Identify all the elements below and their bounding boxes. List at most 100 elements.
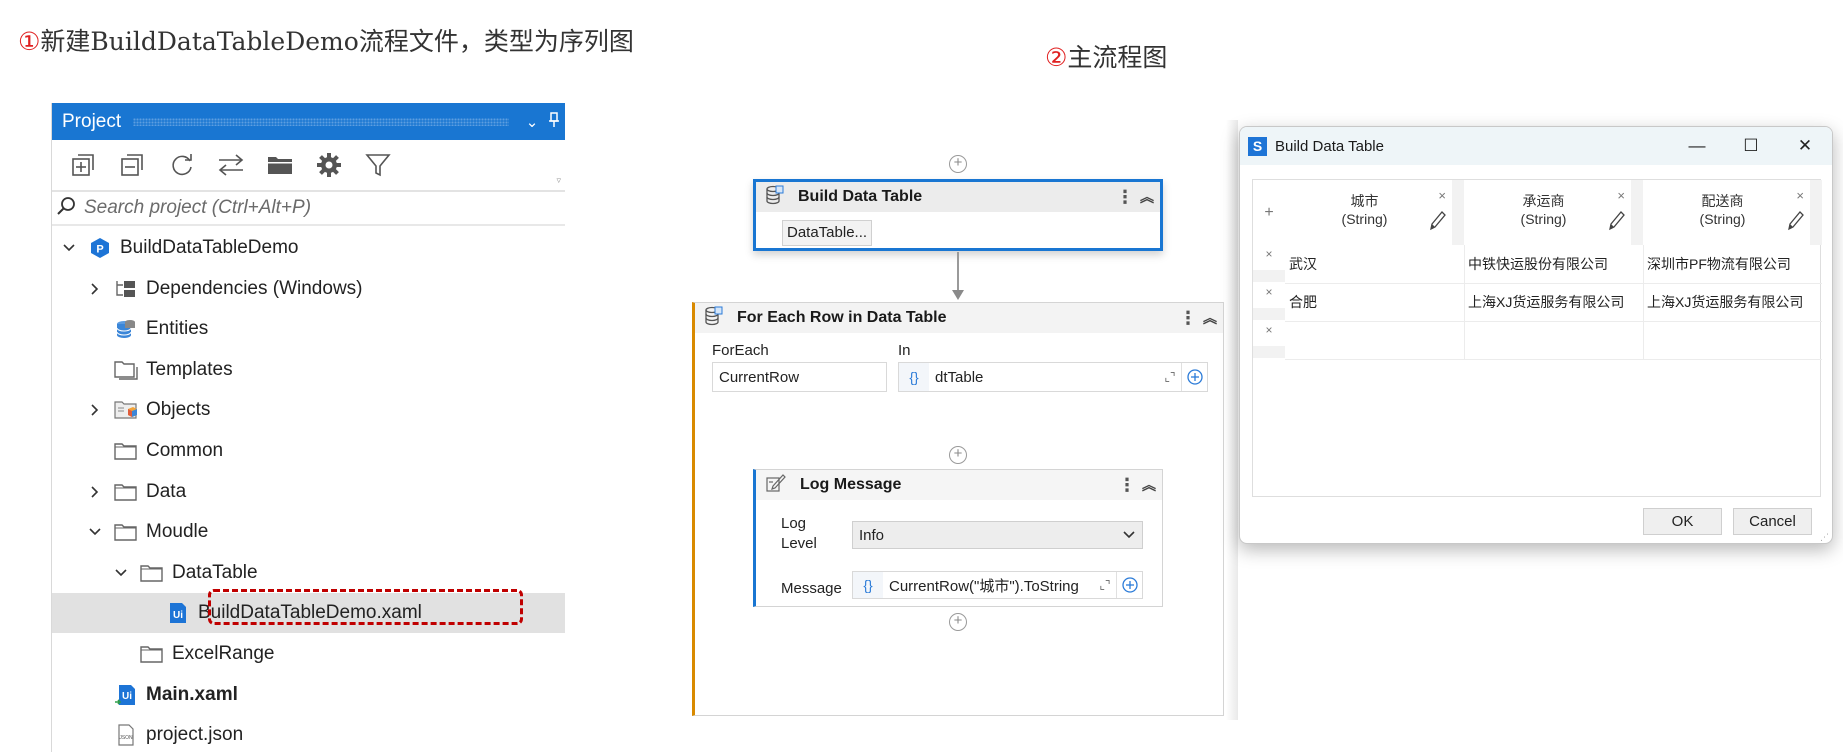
dialog-title-bar[interactable]: S Build Data Table — ☐ ✕ xyxy=(1240,127,1832,165)
tree-item-label: Dependencies (Windows) xyxy=(146,277,363,299)
activity-menu-icon[interactable]: ⋮ xyxy=(1118,475,1136,496)
log-message-icon xyxy=(766,473,786,498)
in-datatable-value: dtTable xyxy=(935,368,984,386)
column-header-resize-bar[interactable] xyxy=(1631,180,1643,245)
open-folder-icon[interactable] xyxy=(266,151,294,179)
add-variable-icon[interactable] xyxy=(1181,363,1207,391)
remove-column-icon[interactable]: × xyxy=(1617,188,1625,203)
remove-column-icon[interactable]: × xyxy=(1438,188,1446,203)
collapse-icon[interactable]: ︽ xyxy=(1136,475,1162,495)
collapse-icon[interactable]: ︽ xyxy=(1134,187,1160,207)
table-cell[interactable]: 武汉 xyxy=(1289,245,1462,283)
tree-item[interactable]: ExcelRange xyxy=(52,634,565,674)
maximize-button[interactable]: ☐ xyxy=(1724,136,1778,156)
log-message-activity[interactable]: Log Message ⋮ ︽ Log Level Info Message {… xyxy=(753,469,1163,607)
collapse-icon[interactable]: ︽ xyxy=(1197,308,1223,328)
tree-item[interactable]: DataTable xyxy=(52,553,565,593)
chevron-right-icon[interactable] xyxy=(88,485,102,499)
tree-item[interactable]: Entities xyxy=(52,309,565,349)
build-data-table-activity[interactable]: Build Data Table ⋮ ︽ DataTable... xyxy=(753,179,1163,251)
column-type: (String) xyxy=(1341,211,1388,227)
expand-all-icon[interactable] xyxy=(70,151,98,179)
datatable-icon xyxy=(766,185,784,210)
activity-menu-icon[interactable]: ⋮ xyxy=(1116,187,1134,208)
edit-column-icon[interactable] xyxy=(1786,210,1804,235)
foreach-variable-input[interactable]: CurrentRow xyxy=(712,362,887,392)
settings-icon[interactable] xyxy=(315,151,343,179)
cancel-button[interactable]: Cancel xyxy=(1733,508,1812,535)
table-cell[interactable] xyxy=(1468,321,1641,359)
chevron-down-icon[interactable] xyxy=(114,566,128,580)
chevron-right-icon[interactable] xyxy=(88,403,102,417)
log-level-dropdown[interactable]: Info xyxy=(852,521,1143,549)
search-input[interactable]: Search project (Ctrl+Alt+P) xyxy=(84,197,311,219)
remove-row-icon[interactable]: × xyxy=(1253,285,1285,299)
edit-column-icon[interactable] xyxy=(1607,210,1625,235)
panel-drag-grip[interactable] xyxy=(133,117,509,126)
tree-item[interactable]: Data xyxy=(52,472,565,512)
tree-item-label: Templates xyxy=(146,358,233,380)
tree-item[interactable]: Ui Main.xaml xyxy=(52,675,565,715)
column-header: 配送商 (String) × xyxy=(1643,180,1822,245)
folder-icon xyxy=(114,521,138,543)
app-logo-icon: S xyxy=(1248,136,1267,156)
remove-row-icon[interactable]: × xyxy=(1253,247,1285,261)
tree-item[interactable]: JSON project.json xyxy=(52,715,565,752)
sync-icon[interactable] xyxy=(217,151,245,179)
log-message-title: Log Message xyxy=(800,476,902,493)
edit-column-icon[interactable] xyxy=(1428,210,1446,235)
collapse-all-icon[interactable] xyxy=(119,151,147,179)
json-file-icon: JSON xyxy=(114,724,138,746)
close-button[interactable]: ✕ xyxy=(1778,136,1832,156)
table-cell[interactable]: 上海XJ货运服务有限公司 xyxy=(1647,283,1820,321)
remove-row-icon[interactable]: × xyxy=(1253,323,1285,337)
folder-icon xyxy=(114,481,138,503)
expand-editor-icon[interactable]: ⌞⌝ xyxy=(1094,578,1116,592)
table-cell[interactable]: 上海XJ货运服务有限公司 xyxy=(1468,283,1641,321)
filter-icon[interactable] xyxy=(364,151,392,179)
column-divider xyxy=(1464,245,1465,359)
remove-column-icon[interactable]: × xyxy=(1796,188,1804,203)
table-cell[interactable]: 中铁快运股份有限公司 xyxy=(1468,245,1641,283)
chevron-down-icon[interactable] xyxy=(88,525,102,539)
toolbar-overflow-icon[interactable]: ▿ xyxy=(556,175,561,186)
add-activity-button[interactable]: + xyxy=(949,613,967,631)
folder-icon xyxy=(140,643,164,665)
refresh-icon[interactable] xyxy=(168,151,196,179)
connector-arrowhead xyxy=(952,290,964,300)
tree-item[interactable]: Dependencies (Windows) xyxy=(52,269,565,309)
minimize-button[interactable]: — xyxy=(1670,136,1724,156)
column-header-resize-bar[interactable] xyxy=(1810,180,1822,245)
expand-editor-icon[interactable]: ⌞⌝ xyxy=(1159,370,1181,384)
add-activity-button[interactable]: + xyxy=(949,446,967,464)
chevron-down-icon[interactable] xyxy=(62,241,76,255)
table-cell[interactable] xyxy=(1647,321,1820,359)
objects-icon xyxy=(114,399,138,421)
message-input[interactable]: {} CurrentRow("城市").ToString ⌞⌝ xyxy=(852,571,1143,599)
tree-item[interactable]: Common xyxy=(52,431,565,471)
datatable-button[interactable]: DataTable... xyxy=(782,220,873,246)
tree-item[interactable]: Objects xyxy=(52,390,565,430)
table-cell[interactable]: 深圳市PF物流有限公司 xyxy=(1647,245,1820,283)
panel-options-chevron-icon[interactable]: ⌄ xyxy=(521,113,543,131)
ok-button[interactable]: OK xyxy=(1643,508,1722,535)
project-search[interactable]: Search project (Ctrl+Alt+P) xyxy=(52,192,565,226)
table-cell[interactable] xyxy=(1289,321,1462,359)
pin-icon[interactable] xyxy=(543,111,565,132)
resize-grip-icon[interactable]: ⋰ xyxy=(1820,533,1829,542)
svg-text:Ui: Ui xyxy=(173,610,183,621)
add-column-button[interactable]: + xyxy=(1253,180,1285,245)
in-datatable-input[interactable]: {} dtTable ⌞⌝ xyxy=(898,362,1208,392)
column-name: 城市 xyxy=(1350,193,1379,209)
column-header-resize-bar[interactable] xyxy=(1452,180,1464,245)
column-header: 承运商 (String) × xyxy=(1464,180,1643,245)
tree-item[interactable]: P BuildDataTableDemo xyxy=(52,228,565,268)
add-variable-icon[interactable] xyxy=(1116,572,1142,598)
table-cell[interactable]: 合肥 xyxy=(1289,283,1462,321)
chevron-right-icon[interactable] xyxy=(88,282,102,296)
add-activity-button[interactable]: + xyxy=(949,155,967,173)
activity-menu-icon[interactable]: ⋮ xyxy=(1179,308,1197,329)
tree-item[interactable]: Templates xyxy=(52,350,565,390)
tree-item[interactable]: Moudle xyxy=(52,512,565,552)
tree-item-label: BuildDataTableDemo xyxy=(120,237,299,258)
